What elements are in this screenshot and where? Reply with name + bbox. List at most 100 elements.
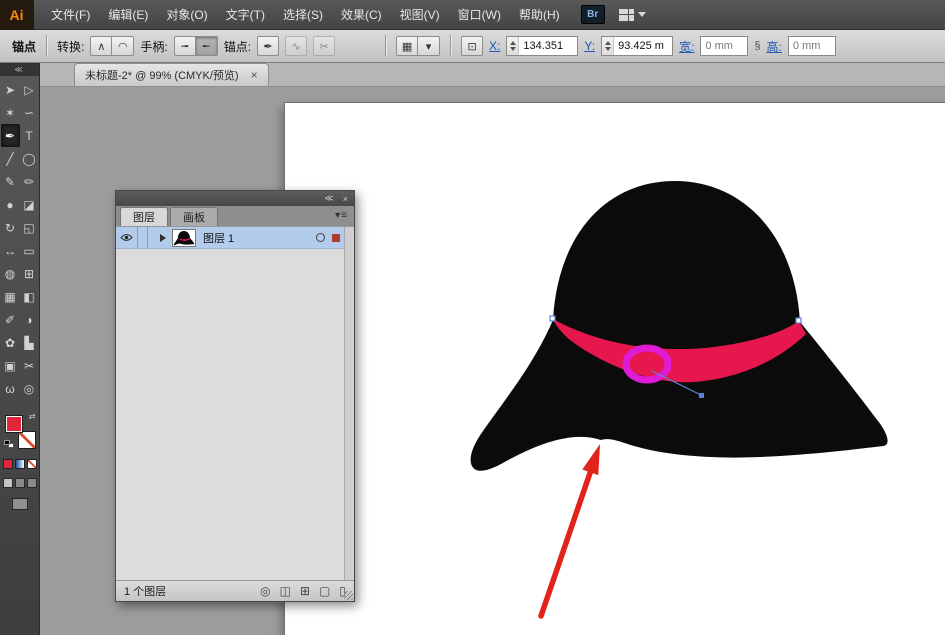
layer-name[interactable]: 图层 1 bbox=[203, 230, 316, 246]
show-handles-button[interactable]: ╼ bbox=[173, 36, 196, 56]
connect-anchors-button[interactable]: ∿ bbox=[285, 36, 308, 56]
menu-item[interactable]: 对象(O) bbox=[157, 0, 216, 30]
menu-item[interactable]: 帮助(H) bbox=[510, 0, 569, 30]
tool-selection[interactable]: ➤ bbox=[1, 78, 20, 101]
layer-thumbnail[interactable] bbox=[172, 228, 196, 247]
width-label[interactable]: 宽: bbox=[679, 38, 694, 55]
menu-item[interactable]: 文件(F) bbox=[42, 0, 99, 30]
tool-slice[interactable]: ✂ bbox=[20, 354, 39, 377]
new-layer-icon[interactable]: ▢ bbox=[319, 584, 330, 598]
stroke-swatch[interactable] bbox=[17, 431, 36, 449]
menu-item[interactable]: 编辑(E) bbox=[99, 0, 157, 30]
convert-label: 转换: bbox=[57, 39, 85, 54]
transform-grid-icon: ▦ bbox=[396, 36, 419, 56]
tool-zoom[interactable]: ◎ bbox=[20, 377, 39, 400]
tool-hand[interactable]: ω bbox=[1, 377, 20, 400]
tool-lasso[interactable]: ∽ bbox=[20, 101, 39, 124]
tool-symbol-sprayer[interactable]: ✿ bbox=[1, 331, 20, 354]
color-button[interactable] bbox=[2, 459, 13, 469]
y-spinner[interactable] bbox=[602, 37, 615, 55]
draw-behind-button[interactable] bbox=[14, 478, 25, 488]
draw-normal-button[interactable] bbox=[2, 478, 13, 488]
tool-blob-brush[interactable]: ● bbox=[1, 193, 20, 216]
menu-item[interactable]: 文字(T) bbox=[217, 0, 274, 30]
expand-arrow-icon[interactable] bbox=[160, 233, 166, 242]
screen-mode-button[interactable] bbox=[11, 498, 28, 510]
tool-column-graph[interactable]: ▙ bbox=[20, 331, 39, 354]
tool-artboard[interactable]: ▣ bbox=[1, 354, 20, 377]
tab-artboards[interactable]: 画板 bbox=[170, 207, 218, 226]
workspace-switcher[interactable] bbox=[618, 8, 646, 21]
tool-magic-wand[interactable]: ✶ bbox=[1, 101, 20, 124]
tool-pencil[interactable]: ✏ bbox=[20, 170, 39, 193]
tool-eraser[interactable]: ◪ bbox=[20, 193, 39, 216]
target-circle-icon[interactable] bbox=[316, 233, 325, 242]
menu-item[interactable]: 视图(V) bbox=[391, 0, 449, 30]
bridge-button[interactable]: Br bbox=[580, 5, 605, 24]
x-label[interactable]: X: bbox=[489, 39, 500, 53]
x-field[interactable]: 134.351 bbox=[506, 36, 579, 56]
document-tab[interactable]: 未标题-2* @ 99% (CMYK/预览) × bbox=[74, 63, 269, 86]
cut-path-button[interactable]: ✂ bbox=[313, 36, 336, 56]
hide-handles-button[interactable]: ╾ bbox=[195, 36, 218, 56]
lock-cell[interactable] bbox=[138, 227, 148, 248]
tool-width[interactable]: ↔ bbox=[1, 239, 20, 262]
draw-inside-button[interactable] bbox=[26, 478, 37, 488]
tool-rotate[interactable]: ↻ bbox=[1, 216, 20, 239]
menu-item[interactable]: 窗口(W) bbox=[449, 0, 510, 30]
panel-titlebar[interactable]: ≪ × bbox=[116, 191, 354, 206]
height-label[interactable]: 高: bbox=[767, 38, 782, 55]
tool-shape-builder[interactable]: ◍ bbox=[1, 262, 20, 285]
tool-pen[interactable]: ✒ bbox=[0, 124, 20, 147]
none-button[interactable] bbox=[26, 459, 37, 469]
panel-close-icon[interactable]: × bbox=[343, 194, 348, 204]
tool-eyedropper[interactable]: ✐ bbox=[1, 308, 20, 331]
tool-mesh[interactable]: ▦ bbox=[1, 285, 20, 308]
layer-row[interactable]: 图层 1 bbox=[116, 227, 354, 249]
height-value[interactable]: 0 mm bbox=[789, 40, 835, 52]
panel-collapse-icon[interactable]: ≪ bbox=[324, 193, 333, 204]
tool-gradient[interactable]: ◧ bbox=[20, 285, 39, 308]
drawing-mode-row bbox=[2, 478, 37, 488]
make-clipping-mask-icon[interactable]: ◫ bbox=[280, 584, 291, 598]
new-sublayer-icon[interactable]: ⊞ bbox=[300, 584, 310, 598]
y-label[interactable]: Y: bbox=[584, 39, 595, 53]
y-field[interactable]: 93.425 m bbox=[601, 36, 674, 56]
artboard[interactable] bbox=[285, 103, 945, 635]
gradient-button[interactable] bbox=[14, 459, 25, 469]
remove-anchor-button[interactable]: ✒ bbox=[257, 36, 280, 56]
align-widget-button[interactable]: ⊡ bbox=[461, 36, 484, 56]
width-value[interactable]: 0 mm bbox=[701, 40, 747, 52]
tool-paintbrush[interactable]: ✎ bbox=[1, 170, 20, 193]
panel-resize-grip[interactable] bbox=[344, 591, 353, 600]
tool-line-segment[interactable]: ╱ bbox=[1, 147, 20, 170]
tool-scale[interactable]: ◱ bbox=[20, 216, 39, 239]
tool-type[interactable]: T bbox=[20, 124, 39, 147]
close-icon[interactable]: × bbox=[251, 69, 258, 81]
constrain-proportions-icon[interactable]: § bbox=[754, 40, 760, 52]
tool-perspective-grid[interactable]: ⊞ bbox=[20, 262, 39, 285]
x-value[interactable]: 134.351 bbox=[519, 40, 577, 52]
default-fill-stroke-icon[interactable] bbox=[3, 440, 14, 448]
locate-object-icon[interactable]: ◎ bbox=[260, 584, 270, 598]
panel-menu-icon[interactable]: ▾≡ bbox=[335, 210, 348, 221]
visibility-cell[interactable] bbox=[116, 227, 138, 248]
tool-direct-selection[interactable]: ▷ bbox=[20, 78, 39, 101]
convert-to-corner-button[interactable]: ∧ bbox=[90, 36, 113, 56]
width-field[interactable]: 0 mm bbox=[700, 36, 749, 56]
toolbar-collapse-button[interactable]: ≪ bbox=[0, 63, 39, 76]
panel-scrollbar[interactable] bbox=[344, 227, 354, 580]
fill-swatch[interactable] bbox=[4, 415, 23, 433]
transform-menu[interactable]: ▦ ▾ bbox=[396, 36, 441, 56]
tab-layers[interactable]: 图层 bbox=[120, 207, 168, 226]
x-spinner[interactable] bbox=[507, 37, 520, 55]
menu-item[interactable]: 效果(C) bbox=[332, 0, 391, 30]
tool-blend[interactable]: ◑ bbox=[20, 308, 39, 331]
menu-item[interactable]: 选择(S) bbox=[274, 0, 332, 30]
swap-fill-stroke-icon[interactable]: ⇄ bbox=[29, 412, 36, 421]
tool-ellipse[interactable]: ◯ bbox=[20, 147, 39, 170]
y-value[interactable]: 93.425 m bbox=[614, 40, 672, 52]
height-field[interactable]: 0 mm bbox=[787, 36, 836, 56]
convert-to-smooth-button[interactable]: ◠ bbox=[112, 36, 135, 56]
tool-free-transform[interactable]: ▭ bbox=[20, 239, 39, 262]
